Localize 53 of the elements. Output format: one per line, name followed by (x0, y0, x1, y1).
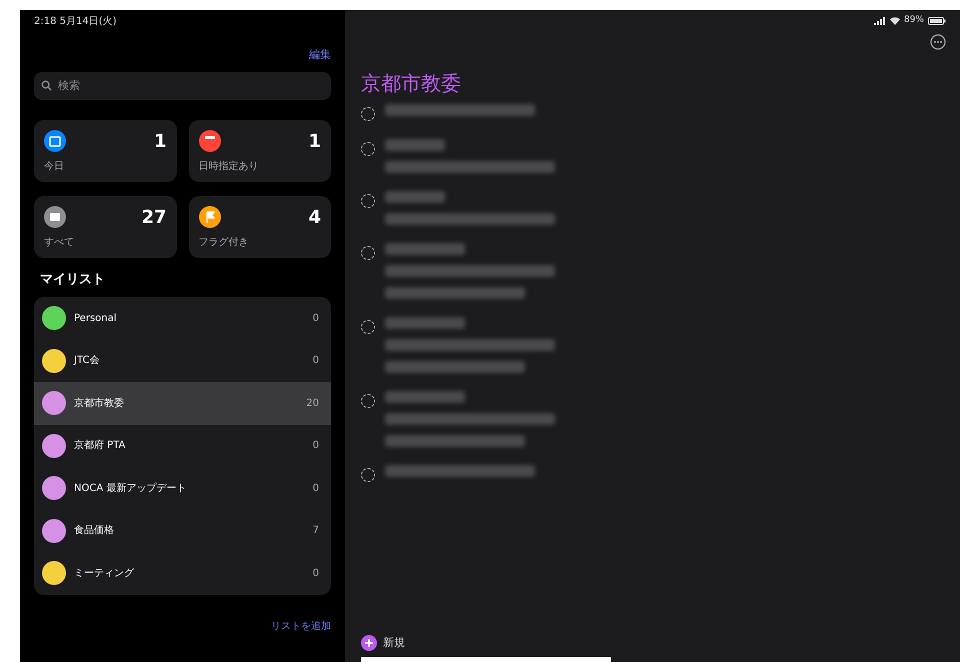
signal-icon (874, 16, 886, 25)
count-label: 4 (308, 206, 321, 230)
list-item[interactable]: NOCA 最新アップデート 0 (34, 467, 331, 510)
smart-list-card[interactable]: 1 日時指定あり (188, 120, 331, 182)
plus-icon (361, 634, 377, 651)
smart-list-card[interactable]: 4 フラグ付き (188, 196, 331, 258)
list-count: 0 (312, 566, 319, 581)
battery-icon (928, 16, 946, 25)
search-field[interactable]: 検索 (34, 72, 331, 100)
list-count: 7 (312, 524, 319, 538)
checkbox[interactable] (361, 468, 375, 482)
list-count: 0 (312, 354, 319, 368)
card-label: 今日 (44, 160, 65, 174)
list-count: 0 (312, 312, 319, 326)
list-item[interactable]: 食品価格 7 (34, 510, 331, 552)
card-label: すべて (44, 236, 75, 250)
list-title: 京都市教委 (361, 70, 461, 96)
list-count: 20 (306, 396, 319, 411)
checkbox[interactable] (361, 246, 375, 260)
list-item[interactable]: ミーティング 0 (34, 552, 331, 594)
list-count: 0 (312, 482, 319, 496)
list-item[interactable]: Personal 0 (34, 297, 331, 340)
list-name: 京都市教委 (74, 396, 124, 411)
section-heading: マイリスト (40, 270, 105, 288)
list-name: 京都府 PTA (74, 438, 126, 454)
list-name: JTC会 (74, 354, 100, 368)
count-label: 1 (308, 130, 321, 154)
status-time: 2:18 5月14日(火) (34, 14, 118, 29)
list-name: 食品価格 (74, 524, 114, 538)
checkbox[interactable] (361, 194, 375, 208)
list-item[interactable]: 京都市教委 20 (34, 382, 331, 424)
card-label: 日時指定あり (198, 160, 260, 174)
smart-list-card[interactable]: 1 今日 (34, 120, 176, 182)
list-count: 0 (312, 439, 319, 454)
count-label: 1 (154, 130, 166, 154)
edit-button[interactable]: 編集 (309, 47, 331, 64)
new-reminder-button[interactable]: 新規 (361, 634, 946, 651)
list-name: Personal (74, 312, 117, 326)
list-name: NOCA 最新アップデート (74, 482, 186, 496)
checkbox[interactable] (361, 142, 375, 156)
card-label: フラグ付き (198, 236, 250, 250)
add-list-link[interactable]: リストを追加 (271, 618, 331, 634)
list-item[interactable]: JTC会 0 (34, 340, 331, 382)
count-label: 27 (141, 206, 166, 230)
list-item[interactable]: 京都府 PTA 0 (34, 424, 331, 467)
wifi-icon (890, 16, 900, 25)
checkbox[interactable] (361, 106, 375, 120)
checkbox[interactable] (361, 320, 375, 334)
more-icon[interactable] (930, 34, 946, 50)
list-name: ミーティング (74, 566, 134, 581)
checkbox[interactable] (361, 394, 375, 408)
battery-percent: 89% (904, 14, 924, 27)
smart-list-card[interactable]: 27 すべて (34, 196, 176, 258)
